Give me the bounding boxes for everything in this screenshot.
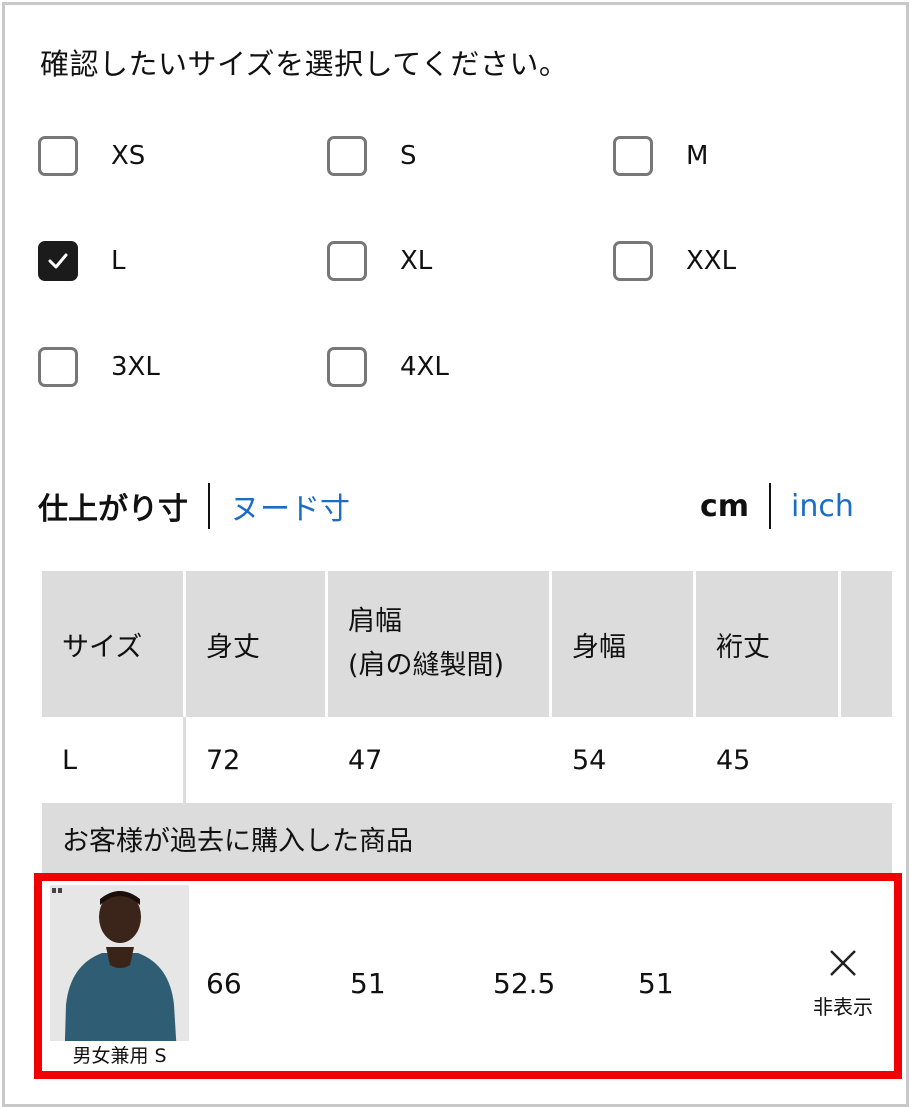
header-body-width: 身幅 xyxy=(552,571,696,717)
cell-shoulder-width: 47 xyxy=(348,744,383,776)
size-option-xxl[interactable]: XXL xyxy=(613,241,736,281)
size-option-4xl[interactable]: 4XL xyxy=(327,347,449,387)
checkbox-xs[interactable] xyxy=(38,136,78,176)
purchased-sleeve-length: 51 xyxy=(638,967,674,1000)
size-label: S xyxy=(400,141,417,171)
header-sleeve-length: 裄丈 xyxy=(696,571,841,717)
checkbox-xxl[interactable] xyxy=(613,241,653,281)
measure-toggle: 仕上がり寸 ヌード寸 xyxy=(38,483,350,529)
badge-icon xyxy=(52,888,64,893)
cell-sleeve-length: 45 xyxy=(716,744,751,776)
divider xyxy=(208,483,210,529)
purchased-heading: お客様が過去に購入した商品 xyxy=(42,803,892,873)
size-option-l[interactable]: L xyxy=(38,241,126,281)
size-table: サイズ 身丈 肩幅 (肩の縫製間) 身幅 裄丈 L 72 47 54 45 お客… xyxy=(42,571,892,873)
size-option-s[interactable]: S xyxy=(327,136,417,176)
size-option-xl[interactable]: XL xyxy=(327,241,432,281)
tab-nude-size[interactable]: ヌード寸 xyxy=(230,484,350,528)
hide-button[interactable]: 非表示 xyxy=(798,947,888,1020)
header-shoulder-note: (肩の縫製間) xyxy=(348,650,505,681)
cell-body-width: 54 xyxy=(572,744,607,776)
size-option-xs[interactable]: XS xyxy=(38,136,145,176)
checkbox-3xl[interactable] xyxy=(38,347,78,387)
checkbox-4xl[interactable] xyxy=(327,347,367,387)
size-label: XS xyxy=(111,141,146,171)
product-size-caption: 男女兼用 S xyxy=(50,1041,189,1071)
size-label: L xyxy=(111,246,126,276)
checkbox-s[interactable] xyxy=(327,136,367,176)
size-label: XXL xyxy=(686,246,737,276)
purchased-body-length: 66 xyxy=(206,967,242,1000)
size-label: 4XL xyxy=(400,352,449,382)
unit-toggle: cm inch xyxy=(700,483,854,529)
close-icon xyxy=(830,950,856,976)
tab-finished-size[interactable]: 仕上がり寸 xyxy=(38,484,188,528)
header-body-length: 身丈 xyxy=(186,571,328,717)
checkmark-icon xyxy=(48,253,68,269)
product-thumbnail[interactable]: 男女兼用 S xyxy=(50,885,189,1071)
size-label: XL xyxy=(400,246,433,276)
header-empty xyxy=(841,571,892,717)
purchased-body-width: 52.5 xyxy=(493,967,556,1000)
cell-size: L xyxy=(42,717,186,803)
hide-label: 非表示 xyxy=(813,995,873,1019)
purchased-item-row: 男女兼用 S 66 51 52.5 51 非表示 xyxy=(34,873,902,1079)
table-header: サイズ 身丈 肩幅 (肩の縫製間) 身幅 裄丈 xyxy=(42,571,892,717)
checkbox-m[interactable] xyxy=(613,136,653,176)
header-size: サイズ xyxy=(42,571,186,717)
size-option-m[interactable]: M xyxy=(613,136,708,176)
header-shoulder-width: 肩幅 (肩の縫製間) xyxy=(328,571,552,717)
size-panel: 確認したいサイズを選択してください。 XS S M L XL XXL 3XL 4… xyxy=(2,2,909,1107)
divider xyxy=(769,483,772,529)
checkbox-l[interactable] xyxy=(38,241,78,281)
checkbox-xl[interactable] xyxy=(327,241,367,281)
size-prompt: 確認したいサイズを選択してください。 xyxy=(40,47,569,81)
size-label: M xyxy=(686,141,709,171)
unit-cm[interactable]: cm xyxy=(700,489,749,524)
header-shoulder-label: 肩幅 xyxy=(348,606,402,637)
size-option-3xl[interactable]: 3XL xyxy=(38,347,160,387)
unit-inch[interactable]: inch xyxy=(791,489,854,524)
table-row: L 72 47 54 45 xyxy=(42,717,892,803)
purchased-shoulder-width: 51 xyxy=(350,967,386,1000)
size-label: 3XL xyxy=(111,352,160,382)
cell-body-length: 72 xyxy=(206,744,241,776)
